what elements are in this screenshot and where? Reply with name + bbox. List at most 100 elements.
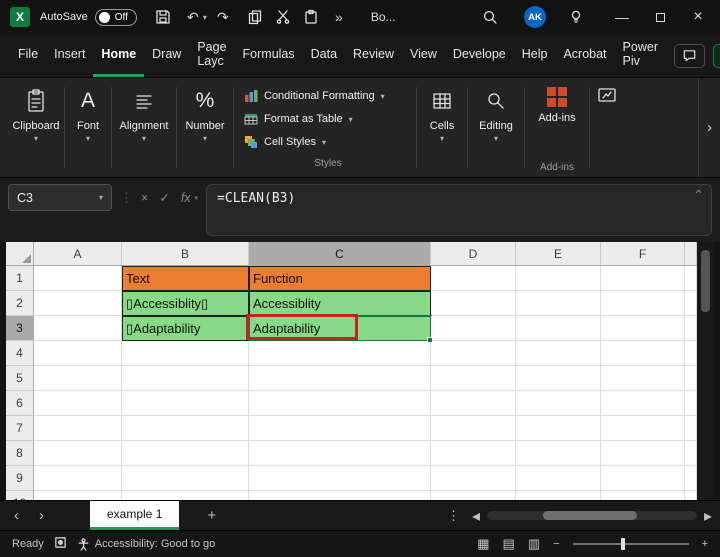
cell-A4[interactable] xyxy=(34,341,122,366)
undo-icon[interactable]: ↶ xyxy=(183,7,203,27)
column-header-A[interactable]: A xyxy=(34,242,122,266)
cells-group-button[interactable]: Cells ▾ xyxy=(417,78,467,177)
formula-input[interactable]: =CLEAN(B3) ^ xyxy=(206,184,712,236)
row-header-9[interactable]: 9 xyxy=(6,466,34,491)
cell-C3[interactable]: Adaptability xyxy=(246,314,433,343)
close-button[interactable]: × xyxy=(688,7,708,27)
minimize-button[interactable]: — xyxy=(612,7,632,27)
cell-E2[interactable] xyxy=(516,291,601,316)
row-header-5[interactable]: 5 xyxy=(6,366,34,391)
cell-B2[interactable]: ▯Accessiblity▯ xyxy=(122,291,249,316)
cell-F4[interactable] xyxy=(601,341,685,366)
menu-tab-page-layc[interactable]: Page Layc xyxy=(189,34,234,77)
cell-D5[interactable] xyxy=(431,366,516,391)
cell-F5[interactable] xyxy=(601,366,685,391)
alignment-group-button[interactable]: Alignment ▾ xyxy=(112,78,176,177)
cell-F6[interactable] xyxy=(601,391,685,416)
cell-C1[interactable]: Function xyxy=(249,266,431,291)
menu-tab-file[interactable]: File xyxy=(10,34,46,77)
cell-E5[interactable] xyxy=(516,366,601,391)
cell-D6[interactable] xyxy=(431,391,516,416)
cell-styles-button[interactable]: Cell Styles ▾ xyxy=(244,130,326,153)
cell-E1[interactable] xyxy=(516,266,601,291)
cell-E10[interactable] xyxy=(516,491,601,500)
horizontal-scrollbar-thumb[interactable] xyxy=(542,511,637,520)
cell-B1[interactable]: Text xyxy=(122,266,249,291)
cell-B7[interactable] xyxy=(122,416,249,441)
undo-caret-icon[interactable]: ▾ xyxy=(203,13,213,22)
avatar[interactable]: AK xyxy=(524,6,546,28)
cell-A8[interactable] xyxy=(34,441,122,466)
cell-C10[interactable] xyxy=(249,491,431,500)
menu-tab-acrobat[interactable]: Acrobat xyxy=(555,34,614,77)
row-header-1[interactable]: 1 xyxy=(6,266,34,291)
cell-B9[interactable] xyxy=(122,466,249,491)
cell-D1[interactable] xyxy=(431,266,516,291)
row-header-2[interactable]: 2 xyxy=(6,291,34,316)
row-header-10[interactable]: 10 xyxy=(6,491,34,500)
column-header-D[interactable]: D xyxy=(431,242,516,266)
collapse-formula-bar-icon[interactable]: ^ xyxy=(695,188,702,201)
editing-group-button[interactable]: Editing ▾ xyxy=(468,78,524,177)
cell-A1[interactable] xyxy=(34,266,122,291)
autosave-toggle[interactable]: Off xyxy=(94,8,137,26)
zoom-out-icon[interactable]: − xyxy=(553,538,559,550)
menu-tab-view[interactable]: View xyxy=(402,34,445,77)
column-header-C[interactable]: C xyxy=(249,242,431,266)
menu-tab-home[interactable]: Home xyxy=(93,34,145,77)
cell-E7[interactable] xyxy=(516,416,601,441)
cell-C2[interactable]: Accessiblity xyxy=(249,291,431,316)
prev-sheet-icon[interactable]: ‹ xyxy=(14,507,19,524)
cell-A10[interactable] xyxy=(34,491,122,500)
maximize-button[interactable] xyxy=(650,7,670,27)
column-header-E[interactable]: E xyxy=(516,242,601,266)
cell-E4[interactable] xyxy=(516,341,601,366)
save-icon[interactable] xyxy=(153,7,173,27)
cell-D3[interactable] xyxy=(431,316,516,341)
cell-B6[interactable] xyxy=(122,391,249,416)
insert-function-icon[interactable]: fx xyxy=(181,191,191,205)
cell-F7[interactable] xyxy=(601,416,685,441)
menu-tab-data[interactable]: Data xyxy=(303,34,345,77)
vertical-scrollbar[interactable] xyxy=(697,242,714,500)
select-all-button[interactable] xyxy=(6,242,34,266)
sheet-tab-active[interactable]: example 1 xyxy=(90,501,180,530)
row-header-8[interactable]: 8 xyxy=(6,441,34,466)
cell-B10[interactable] xyxy=(122,491,249,500)
cell-A7[interactable] xyxy=(34,416,122,441)
row-header-7[interactable]: 7 xyxy=(6,416,34,441)
format-as-table-button[interactable]: Format as Table ▾ xyxy=(244,107,353,130)
cell-A5[interactable] xyxy=(34,366,122,391)
cell-C4[interactable] xyxy=(249,341,431,366)
cell-F1[interactable] xyxy=(601,266,685,291)
column-header-B[interactable]: B xyxy=(122,242,249,266)
cut-icon[interactable] xyxy=(273,7,293,27)
cell-A9[interactable] xyxy=(34,466,122,491)
fill-handle[interactable] xyxy=(427,337,433,343)
cell-A2[interactable] xyxy=(34,291,122,316)
page-layout-view-icon[interactable]: ▤ xyxy=(503,536,515,552)
cell-D2[interactable] xyxy=(431,291,516,316)
menu-tab-help[interactable]: Help xyxy=(514,34,556,77)
column-header-F[interactable]: F xyxy=(601,242,685,266)
search-icon[interactable] xyxy=(480,7,500,27)
menu-tab-insert[interactable]: Insert xyxy=(46,34,93,77)
row-header-4[interactable]: 4 xyxy=(6,341,34,366)
cell-F2[interactable] xyxy=(601,291,685,316)
cell-B5[interactable] xyxy=(122,366,249,391)
toolbar-overflow-icon[interactable]: » xyxy=(329,7,349,27)
add-sheet-button[interactable]: + xyxy=(207,507,216,524)
sheet-options-icon[interactable]: ⋮ xyxy=(447,508,460,524)
horizontal-scrollbar-track[interactable] xyxy=(486,511,697,520)
cell-D4[interactable] xyxy=(431,341,516,366)
cell-A3[interactable] xyxy=(34,316,122,341)
menu-tab-review[interactable]: Review xyxy=(345,34,402,77)
menu-tab-develope[interactable]: Develope xyxy=(445,34,514,77)
excel-logo-icon[interactable]: X xyxy=(10,7,30,27)
cell-D8[interactable] xyxy=(431,441,516,466)
analyze-data-button[interactable] xyxy=(590,78,624,177)
macro-record-icon[interactable] xyxy=(54,536,67,552)
number-group-button[interactable]: % Number ▾ xyxy=(177,78,233,177)
cell-F9[interactable] xyxy=(601,466,685,491)
zoom-slider-thumb[interactable] xyxy=(620,538,625,550)
